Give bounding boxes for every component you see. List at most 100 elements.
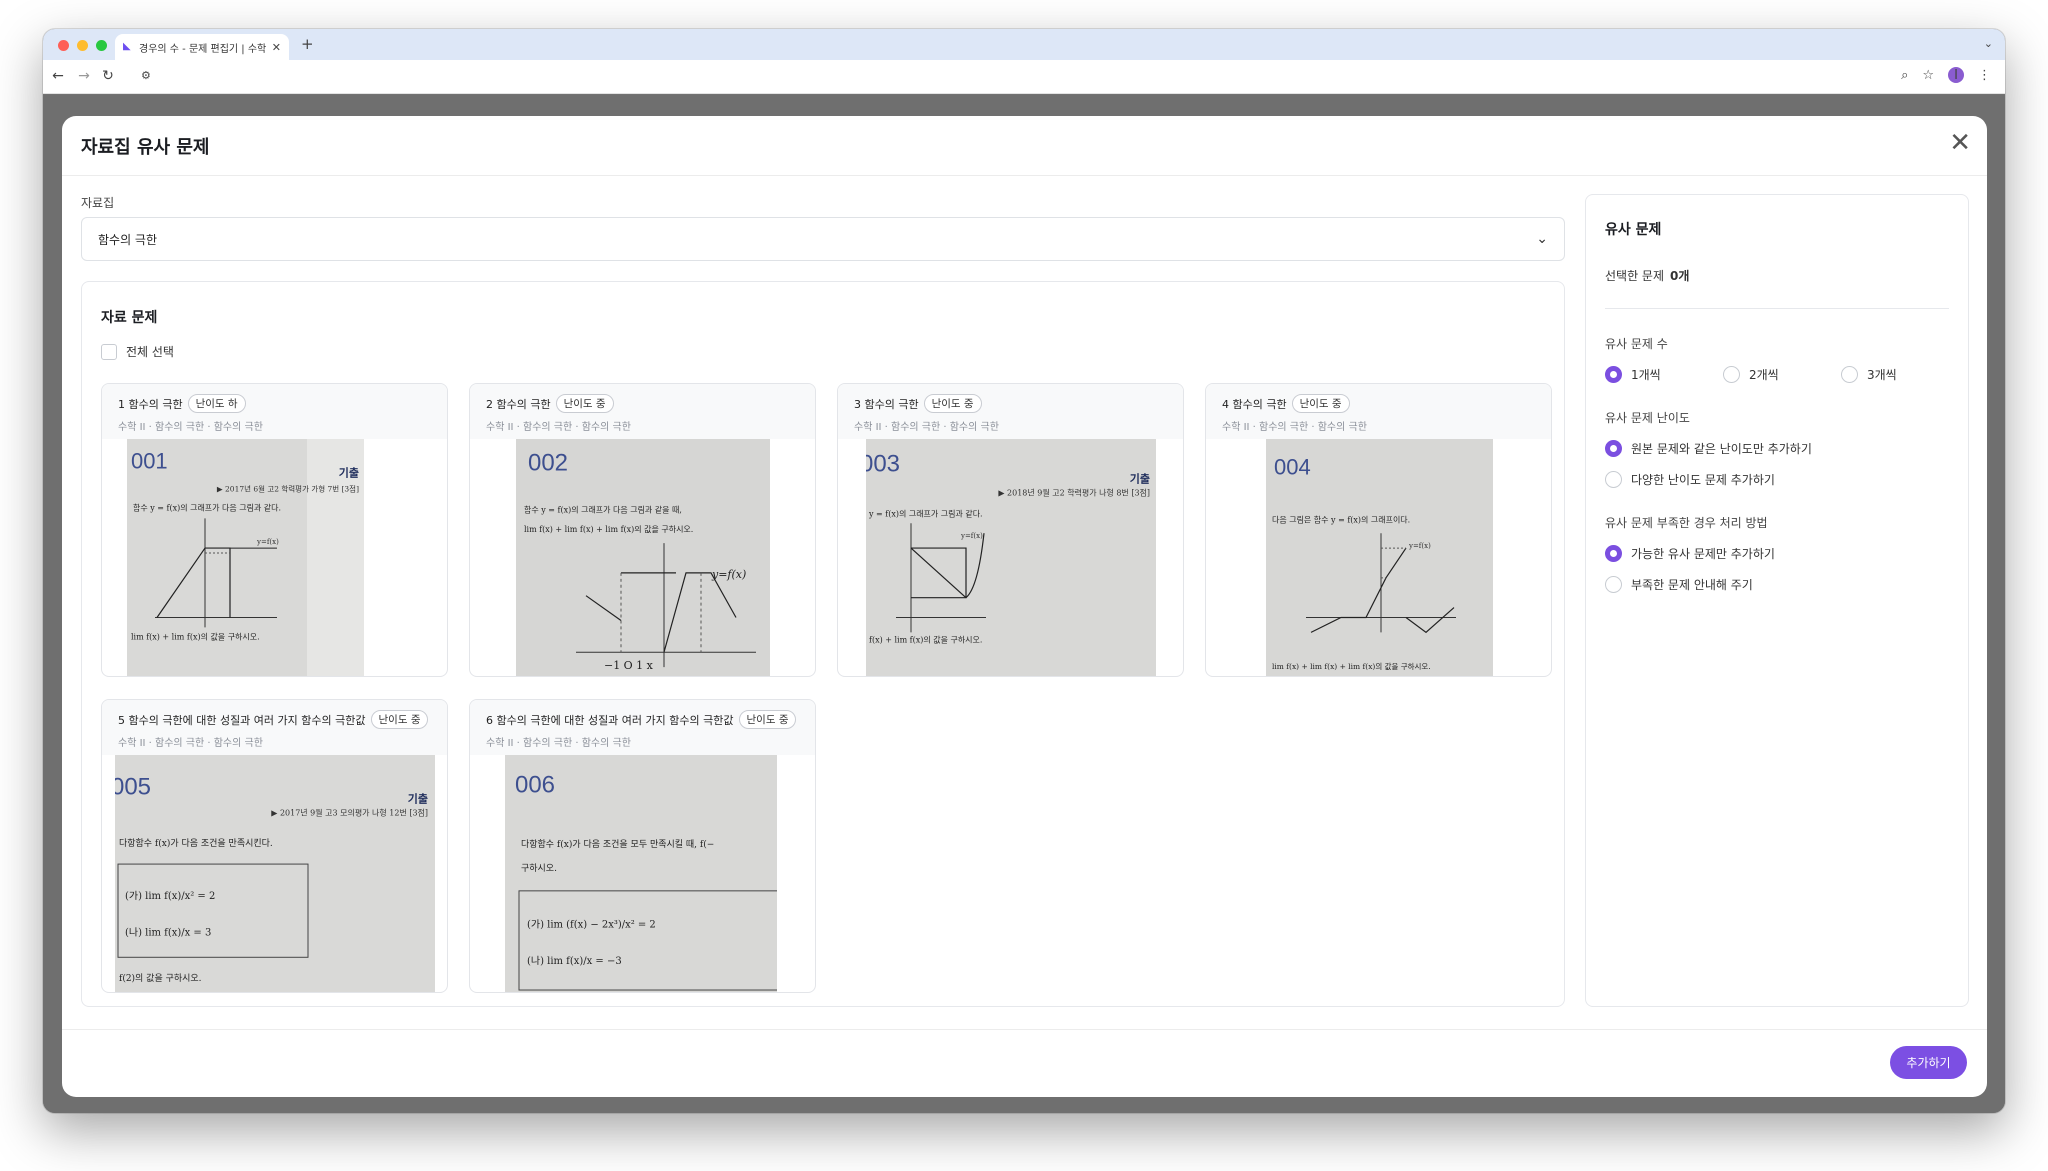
condition-1: (가) lim f(x)/x² = 2 [125, 890, 215, 902]
card-title: 6 함수의 극한에 대한 성질과 여러 가지 함수의 극한값 [486, 713, 734, 727]
bookmark-star-icon[interactable]: ☆ [1922, 68, 1934, 83]
exam-source: ▶ 2017년 9월 고3 모의평가 나형 12번 [3점] [271, 808, 428, 818]
site-favicon-icon: ◣ [123, 41, 131, 52]
difficulty-badge: 난이도 중 [370, 710, 429, 729]
collection-field: 자료집 함수의 극한 ⌄ [81, 194, 1565, 261]
similar-problems-modal: 자료집 유사 문제 ✕ 자료집 함수의 극한 ⌄ 자료 문제 전체 선택 1 함… [62, 116, 1987, 1097]
forward-arrow-icon[interactable]: → [75, 68, 93, 84]
radio-label: 3개씩 [1867, 368, 1897, 382]
radio-button[interactable] [1605, 576, 1622, 593]
tab-title: 경우의 수 - 문제 편집기 | 수학대왕 [139, 43, 266, 55]
problem-number: 003 [866, 451, 900, 478]
problem-number: 004 [1274, 455, 1311, 480]
radio-button[interactable] [1605, 366, 1622, 383]
difficulty-badge: 난이도 중 [923, 394, 982, 413]
maximize-window-button[interactable] [96, 40, 107, 51]
site-settings-icon[interactable]: ⚙ [141, 69, 151, 82]
close-icon[interactable]: ✕ [1949, 128, 1971, 158]
card-title: 4 함수의 극한 [1222, 397, 1287, 411]
browser-menu-icon[interactable]: ⋮ [1978, 68, 1991, 83]
card-title: 3 함수의 극한 [854, 397, 919, 411]
collection-select[interactable]: 함수의 극한 ⌄ [81, 217, 1565, 261]
count-group-label: 유사 문제 수 [1605, 337, 1668, 351]
select-all[interactable]: 전체 선택 [101, 343, 174, 360]
problem-question: f(x) + lim f(x)의 값을 구하시오. [869, 634, 982, 644]
zoom-icon[interactable]: ⌕ [1901, 68, 1908, 83]
problem-question: f(2)의 값을 구하시오. [119, 972, 202, 984]
axis-tick: −1 O 1 x [604, 659, 654, 672]
radio-label: 1개씩 [1631, 368, 1661, 382]
problem-text: 함수 y = f(x)의 그래프가 다음 그림과 같다. [133, 502, 281, 512]
new-tab-button[interactable]: + [301, 35, 314, 53]
selected-count-value: 0개 [1670, 269, 1690, 283]
card-title: 2 함수의 극한 [486, 397, 551, 411]
card-title: 1 함수의 극한 [118, 397, 183, 411]
shortage-group-label: 유사 문제 부족한 경우 처리 방법 [1605, 516, 1768, 530]
exam-tag: 기출 [339, 466, 359, 480]
card-header: 1 함수의 극한 난이도 하 수학 II · 함수의 극한 · 함수의 극한 [102, 384, 447, 439]
exam-tag: 기출 [1130, 472, 1150, 486]
problem-card-1[interactable]: 1 함수의 극한 난이도 하 수학 II · 함수의 극한 · 함수의 극한 00… [101, 383, 448, 677]
count-radio-group: 1개씩 2개씩 3개씩 [1605, 366, 1949, 383]
selected-count: 선택한 문제 0개 [1605, 267, 1949, 309]
back-arrow-icon[interactable]: ← [49, 68, 67, 84]
problem-card-3[interactable]: 3 함수의 극한 난이도 중 수학 II · 함수의 극한 · 함수의 극한 00… [837, 383, 1184, 677]
graph-label: y=f(x) [1408, 542, 1431, 550]
difficulty-option-same[interactable]: 원본 문제와 같은 난이도만 추가하기 [1605, 440, 1949, 457]
problem-text: 다항함수 f(x)가 다음 조건을 만족시킨다. [119, 838, 273, 849]
problem-text: 다항함수 f(x)가 다음 조건을 모두 만족시킬 때, f(− [521, 839, 714, 850]
problem-card-5[interactable]: 5 함수의 극한에 대한 성질과 여러 가지 함수의 극한값 난이도 중 수학 I… [101, 699, 448, 993]
graph-label: y=f(x) [960, 532, 983, 540]
shortage-option-available[interactable]: 가능한 유사 문제만 추가하기 [1605, 545, 1949, 562]
card-subtitle: 수학 II · 함수의 극한 · 함수의 극한 [486, 422, 631, 433]
radio-button[interactable] [1605, 440, 1622, 457]
card-header: 6 함수의 극한에 대한 성질과 여러 가지 함수의 극한값 난이도 중 수학 I… [470, 700, 815, 755]
minimize-window-button[interactable] [77, 40, 88, 51]
card-subtitle: 수학 II · 함수의 극한 · 함수의 극한 [118, 738, 263, 749]
count-option-1[interactable]: 1개씩 [1605, 366, 1723, 383]
problems-panel: 자료 문제 전체 선택 1 함수의 극한 난이도 하 수학 II · 함수의 극한… [81, 281, 1565, 1007]
reload-icon[interactable]: ↻ [99, 68, 117, 84]
exam-source: ▶ 2017년 6월 고2 학력평가 가형 7번 [3점] [217, 484, 359, 494]
problem-card-2[interactable]: 2 함수의 극한 난이도 중 수학 II · 함수의 극한 · 함수의 극한 00… [469, 383, 816, 677]
radio-button[interactable] [1605, 471, 1622, 488]
modal-footer: 추가하기 [62, 1029, 1987, 1097]
browser-tab[interactable]: ◣ 경우의 수 - 문제 편집기 | 수학대왕 ✕ [115, 34, 289, 60]
tab-search-chevron-icon[interactable]: ⌄ [1984, 37, 1993, 50]
radio-button[interactable] [1605, 545, 1622, 562]
collection-selected-value: 함수의 극한 [98, 232, 158, 247]
difficulty-radio-group: 원본 문제와 같은 난이도만 추가하기 다양한 난이도 문제 추가하기 [1605, 440, 1949, 488]
problem-question: lim f(x) + lim f(x) + lim f(x)의 값을 구하시오. [524, 524, 693, 534]
problem-number: 006 [515, 772, 555, 799]
problem-card-4[interactable]: 4 함수의 극한 난이도 중 수학 II · 함수의 극한 · 함수의 극한 00… [1205, 383, 1552, 677]
shortage-option-notify[interactable]: 부족한 문제 안내해 주기 [1605, 576, 1949, 593]
difficulty-badge: 난이도 중 [738, 710, 797, 729]
card-subtitle: 수학 II · 함수의 극한 · 함수의 극한 [854, 422, 999, 433]
problem-text: y = f(x)의 그래프가 그림과 같다. [868, 508, 983, 518]
problem-text: 함수 y = f(x)의 그래프가 다음 그림과 같을 때, [524, 504, 682, 514]
close-window-button[interactable] [58, 40, 69, 51]
tab-close-icon[interactable]: ✕ [272, 41, 281, 54]
select-all-checkbox[interactable] [101, 343, 117, 360]
difficulty-group-label: 유사 문제 난이도 [1605, 411, 1690, 425]
problem-number: 001 [131, 449, 168, 474]
tab-strip: ◣ 경우의 수 - 문제 편집기 | 수학대왕 ✕ + ⌄ [43, 29, 2005, 60]
problem-card-6[interactable]: 6 함수의 극한에 대한 성질과 여러 가지 함수의 극한값 난이도 중 수학 I… [469, 699, 816, 993]
card-header: 5 함수의 극한에 대한 성질과 여러 가지 함수의 극한값 난이도 중 수학 I… [102, 700, 447, 755]
problem-question: lim f(x) + lim f(x) + lim f(x)의 값을 구하시오. [1272, 661, 1431, 671]
count-option-3[interactable]: 3개씩 [1841, 366, 1897, 383]
difficulty-option-various[interactable]: 다양한 난이도 문제 추가하기 [1605, 471, 1949, 488]
profile-avatar[interactable]: I [1948, 67, 1964, 83]
browser-window: ◣ 경우의 수 - 문제 편집기 | 수학대왕 ✕ + ⌄ ← → ↻ ⚙ ⌕ … [43, 29, 2005, 1113]
radio-button[interactable] [1841, 366, 1858, 383]
card-subtitle: 수학 II · 함수의 극한 · 함수의 극한 [486, 738, 631, 749]
difficulty-badge: 난이도 하 [187, 394, 246, 413]
count-option-2[interactable]: 2개씩 [1723, 366, 1841, 383]
problem-image: 004 다음 그림은 함수 y = f(x)의 그래프이다. y=f(x) li… [1266, 439, 1493, 676]
similar-options-sidebar: 유사 문제 선택한 문제 0개 유사 문제 수 1개씩 2개씩 3개씩 유사 문… [1585, 194, 1969, 1007]
difficulty-badge: 난이도 중 [555, 394, 614, 413]
radio-button[interactable] [1723, 366, 1740, 383]
add-button[interactable]: 추가하기 [1890, 1046, 1967, 1079]
page-backdrop: 자료집 유사 문제 ✕ 자료집 함수의 극한 ⌄ 자료 문제 전체 선택 1 함… [43, 95, 2005, 1113]
problem-image: 006 다항함수 f(x)가 다음 조건을 모두 만족시킬 때, f(− 구하시… [505, 755, 777, 992]
